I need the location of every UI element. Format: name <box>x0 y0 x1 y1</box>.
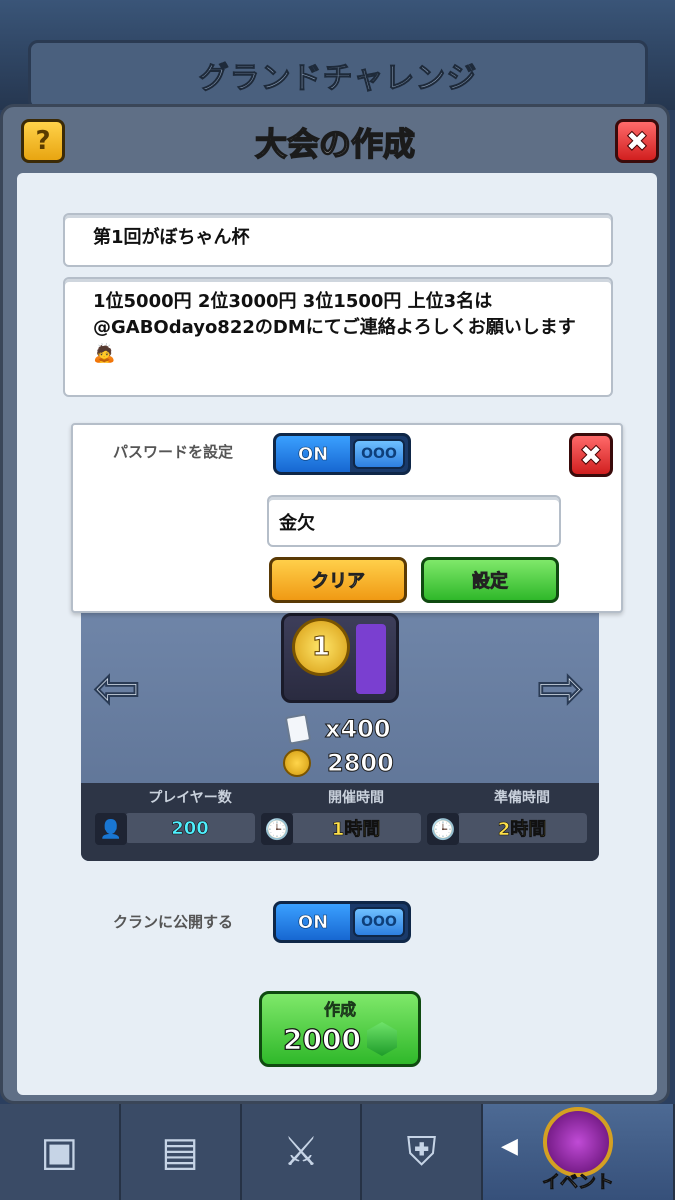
password-close-button[interactable]: ✖ <box>569 433 613 477</box>
medal-icon: 1 <box>292 618 350 676</box>
prep-label: 準備時間 <box>494 790 550 806</box>
toggle-knob: OOO <box>353 439 405 469</box>
set-button[interactable]: 設定 <box>421 557 559 603</box>
clan-shield-icon: ⛨ <box>406 1129 437 1175</box>
prep-value: 2時間 <box>457 813 587 843</box>
gold-reward-value: 2800 <box>327 749 395 778</box>
swords-icon: ⚔ <box>282 1129 319 1175</box>
chest-icon: ▣ <box>40 1129 79 1175</box>
nav-clan[interactable]: ⛨ <box>362 1104 483 1200</box>
event-orb-icon <box>543 1107 613 1177</box>
coin-icon <box>283 749 311 777</box>
nav-shop[interactable]: ▣ <box>0 1104 121 1200</box>
stats-bar: プレイヤー数 👤 200 開催時間 🕒 1時間 準備時間 🕒 2時間 <box>81 783 599 861</box>
create-cost-value: 2000 <box>282 1022 361 1056</box>
reward-area: ⇦ 1 ⇨ x400 2800 プレイヤー数 👤 200 開催時間 🕒 1時間 … <box>81 613 599 861</box>
card-reward-value: x400 <box>325 715 392 744</box>
clock-icon: 🕒 <box>261 813 293 845</box>
create-cost: 2000 <box>262 1022 418 1056</box>
nav-events[interactable]: ◀ イベント <box>483 1104 675 1200</box>
close-button[interactable]: ✖ <box>615 119 659 163</box>
chevron-left-icon: ◀ <box>501 1134 518 1159</box>
duration-value: 1時間 <box>291 813 421 843</box>
close-icon: ✖ <box>625 124 649 158</box>
next-arrow-icon[interactable]: ⇨ <box>535 660 587 718</box>
password-toggle[interactable]: ON OOO <box>273 433 411 475</box>
clock-icon: 🕒 <box>427 813 459 845</box>
duration-label: 開催時間 <box>328 790 384 806</box>
clear-button[interactable]: クリア <box>269 557 407 603</box>
bottom-nav: ▣ ▤ ⚔ ⛨ ◀ イベント <box>0 1104 675 1200</box>
password-input[interactable]: 金欠 <box>267 495 561 547</box>
chest-gem-icon <box>356 624 386 694</box>
cards-icon: ▤ <box>161 1129 200 1175</box>
close-icon: ✖ <box>579 438 603 472</box>
password-popup: パスワードを設定 ON OOO ✖ 金欠 クリア 設定 <box>71 423 623 613</box>
dialog-panel: 第1回がぼちゃん杯 1位5000円 2位3000円 3位1500円 上位3名は … <box>17 173 657 1095</box>
person-icon: 👤 <box>95 813 127 845</box>
chest-icon: 1 <box>281 613 399 703</box>
players-stat: プレイヤー数 👤 200 <box>95 787 255 845</box>
clan-toggle[interactable]: ON OOO <box>273 901 411 943</box>
nav-cards[interactable]: ▤ <box>121 1104 242 1200</box>
gem-icon <box>366 1022 397 1056</box>
toggle-on-label: ON <box>276 436 350 472</box>
players-value: 200 <box>125 813 255 843</box>
create-button[interactable]: 作成 2000 <box>259 991 421 1067</box>
duration-stat: 開催時間 🕒 1時間 <box>261 787 421 845</box>
tournament-name-field[interactable]: 第1回がぼちゃん杯 <box>63 213 613 267</box>
previous-arrow-icon[interactable]: ⇦ <box>91 660 143 718</box>
dialog-title: 大会の作成 <box>254 124 416 164</box>
background-title: グランドチャレンジ <box>198 61 478 97</box>
gold-reward: 2800 <box>277 749 395 778</box>
tournament-description-field[interactable]: 1位5000円 2位3000円 3位1500円 上位3名は @GABOdayo8… <box>63 277 613 397</box>
card-reward: x400 <box>277 713 392 745</box>
nav-events-label: イベント <box>542 1172 615 1194</box>
prep-stat: 準備時間 🕒 2時間 <box>427 787 587 845</box>
create-tournament-dialog: ? 大会の作成 ✖ 第1回がぼちゃん杯 1位5000円 2位3000円 3位15… <box>0 104 670 1104</box>
background-header: グランドチャレンジ <box>28 40 648 110</box>
clan-label: クランに公開する <box>113 913 234 931</box>
nav-battle[interactable]: ⚔ <box>242 1104 363 1200</box>
card-icon <box>284 713 312 745</box>
toggle-on-label: ON <box>276 904 350 940</box>
password-label: パスワードを設定 <box>113 443 234 461</box>
players-label: プレイヤー数 <box>148 790 232 806</box>
toggle-knob: OOO <box>353 907 405 937</box>
create-label: 作成 <box>323 1000 357 1020</box>
